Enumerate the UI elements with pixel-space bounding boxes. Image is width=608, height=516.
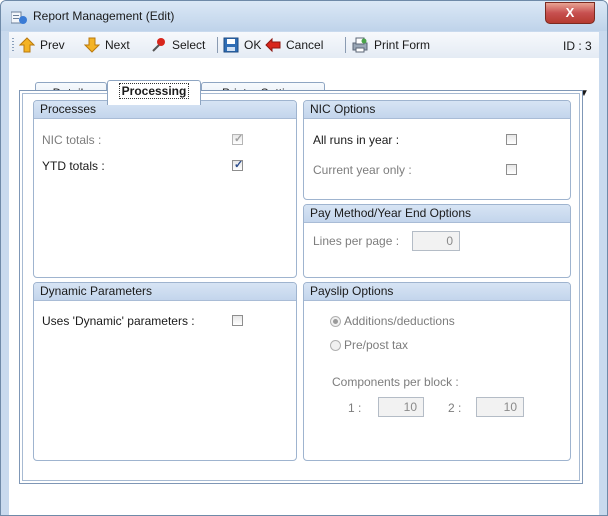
report-app-icon xyxy=(11,11,27,24)
record-id-label: ID : 3 xyxy=(563,39,592,53)
block-2-label: 2 : xyxy=(448,401,462,415)
nic-totals-label: NIC totals : xyxy=(42,133,102,147)
cancel-button[interactable]: Cancel xyxy=(265,36,323,54)
title-bar[interactable]: Report Management (Edit) X xyxy=(1,1,607,31)
nic-totals-checkbox[interactable] xyxy=(232,132,243,145)
nic-options-group-title: NIC Options xyxy=(304,101,570,119)
uses-dynamic-checkbox[interactable] xyxy=(232,315,243,326)
dynamic-parameters-group-title: Dynamic Parameters xyxy=(34,283,296,301)
processes-group: Processes NIC totals : YTD totals : xyxy=(33,100,297,278)
uses-dynamic-label: Uses 'Dynamic' parameters : xyxy=(42,314,195,328)
processing-panel-inner: Processes NIC totals : YTD totals : Dyna… xyxy=(22,93,580,481)
toolbar: Prev Next Select OK Cancel Print Form ID… xyxy=(9,32,599,59)
processing-tab-panel: Processes NIC totals : YTD totals : Dyna… xyxy=(19,90,583,484)
tab-processing-label: Processing xyxy=(118,83,190,99)
block-1-label: 1 : xyxy=(348,401,362,415)
toolbar-separator xyxy=(345,37,346,53)
components-per-block-label: Components per block : xyxy=(332,375,459,389)
current-year-checkbox[interactable] xyxy=(506,164,517,175)
pay-method-group: Pay Method/Year End Options Lines per pa… xyxy=(303,204,571,278)
ok-label: OK xyxy=(244,38,262,52)
lines-per-page-label: Lines per page : xyxy=(313,234,400,248)
close-button[interactable]: X xyxy=(545,2,595,24)
select-label: Select xyxy=(172,38,206,52)
ytd-totals-checkbox[interactable] xyxy=(232,158,243,171)
current-year-label: Current year only : xyxy=(313,163,412,177)
payslip-options-group-title: Payslip Options xyxy=(304,283,570,301)
print-form-icon xyxy=(352,37,368,53)
next-button[interactable]: Next xyxy=(84,36,130,54)
additions-deductions-radio[interactable] xyxy=(330,316,341,327)
payslip-options-group: Payslip Options Additions/deductions Pre… xyxy=(303,282,571,461)
block-2-input[interactable]: 10 xyxy=(476,397,524,417)
client-area: Prev Next Select OK Cancel Print Form ID… xyxy=(9,32,599,515)
prev-label: Prev xyxy=(40,38,65,52)
toolbar-separator xyxy=(217,37,218,53)
all-runs-checkbox[interactable] xyxy=(506,134,517,145)
down-arrow-icon xyxy=(84,37,100,53)
lines-per-page-input[interactable]: 0 xyxy=(412,231,460,251)
pay-method-group-title: Pay Method/Year End Options xyxy=(304,205,570,223)
block-1-input[interactable]: 10 xyxy=(378,397,424,417)
window-title: Report Management (Edit) xyxy=(33,9,175,23)
select-button[interactable]: Select xyxy=(151,36,205,54)
pre-post-tax-label: Pre/post tax xyxy=(344,338,409,352)
tab-processing[interactable]: Processing xyxy=(107,80,201,105)
toolbar-grip[interactable] xyxy=(12,38,14,52)
all-runs-label: All runs in year : xyxy=(313,133,400,147)
ytd-totals-label: YTD totals : xyxy=(42,159,105,173)
ok-button[interactable]: OK xyxy=(223,36,261,54)
print-form-button[interactable]: Print Form xyxy=(351,36,430,54)
pushpin-icon xyxy=(152,38,165,52)
up-arrow-icon xyxy=(19,37,35,53)
back-arrow-icon xyxy=(265,37,281,53)
pre-post-tax-radio[interactable] xyxy=(330,340,341,351)
save-disk-icon xyxy=(223,37,239,53)
next-label: Next xyxy=(105,38,130,52)
print-form-label: Print Form xyxy=(374,38,431,52)
additions-deductions-label: Additions/deductions xyxy=(344,314,455,328)
report-management-window: Report Management (Edit) X Prev Next Sel… xyxy=(0,0,608,516)
nic-options-group: NIC Options All runs in year : Current y… xyxy=(303,100,571,200)
dynamic-parameters-group: Dynamic Parameters Uses 'Dynamic' parame… xyxy=(33,282,297,461)
prev-button[interactable]: Prev xyxy=(19,36,65,54)
cancel-label: Cancel xyxy=(286,38,324,52)
